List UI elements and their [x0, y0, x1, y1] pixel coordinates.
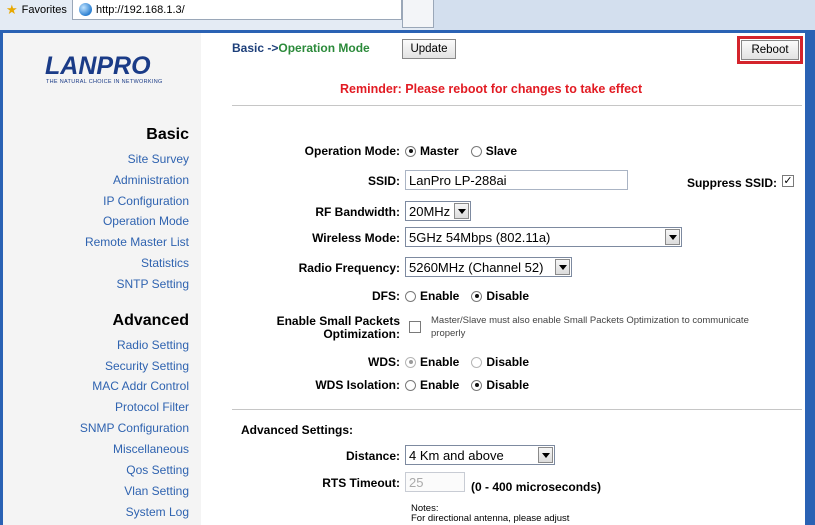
sidebar-item-site-survey[interactable]: Site Survey [128, 152, 189, 166]
sidebar-item-system-log[interactable]: System Log [126, 505, 189, 519]
operation-mode-radio-group: Master Slave [405, 144, 529, 158]
small-packets-label-line2: Optimization: [323, 327, 400, 341]
small-packets-label-line1: Enable Small Packets [276, 314, 400, 328]
wds-label: WDS: [368, 355, 400, 369]
operation-mode-slave-label: Slave [485, 144, 518, 158]
notes-text: For directional antenna, please adjust [411, 513, 570, 524]
wds-disable-radio[interactable] [471, 356, 483, 368]
update-button[interactable]: Update [402, 39, 456, 59]
web-page-icon [79, 3, 92, 16]
chevron-down-icon[interactable] [454, 203, 469, 219]
brand-logo-text: LANPRO [45, 52, 151, 80]
operation-mode-slave-radio[interactable] [470, 145, 482, 157]
sidebar-item-vlan-setting[interactable]: Vlan Setting [124, 484, 189, 498]
dfs-enable-label: Enable [420, 289, 460, 303]
small-packets-checkbox[interactable] [409, 321, 421, 333]
ssid-input[interactable]: LanPro LP-288ai [405, 170, 628, 190]
operation-mode-master-option[interactable]: Master [405, 144, 459, 158]
wds-isolation-enable-label: Enable [420, 378, 460, 392]
tab-url: http://192.168.1.3/ [96, 3, 185, 16]
wds-isolation-disable-option[interactable]: Disable [471, 378, 529, 392]
sidebar-item-ip-configuration[interactable]: IP Configuration [103, 194, 189, 208]
browser-toolbar-space [434, 0, 815, 34]
sidebar-item-mac-addr-control[interactable]: MAC Addr Control [92, 379, 189, 393]
rts-timeout-range: (0 - 400 microseconds) [471, 480, 602, 494]
sidebar-item-miscellaneous[interactable]: Miscellaneous [113, 442, 189, 456]
dfs-label: DFS: [372, 289, 400, 303]
wds-enable-option[interactable]: Enable [405, 355, 459, 369]
dfs-disable-label: Disable [486, 289, 530, 303]
dfs-disable-radio[interactable] [471, 290, 483, 302]
operation-mode-slave-option[interactable]: Slave [470, 144, 518, 158]
dfs-enable-option[interactable]: Enable [405, 289, 459, 303]
window-border [808, 30, 815, 525]
wireless-mode-select[interactable]: 5GHz 54Mbps (802.11a) [405, 227, 682, 247]
suppress-ssid-label: Suppress SSID: [686, 176, 777, 190]
sidebar-item-administration[interactable]: Administration [113, 173, 189, 187]
brand-tagline: THE NATURAL CHOICE IN NETWORKING [46, 79, 163, 85]
wds-isolation-disable-radio[interactable] [471, 379, 483, 391]
sidebar-item-operation-mode[interactable]: Operation Mode [103, 214, 189, 228]
wireless-mode-label: Wireless Mode: [312, 231, 400, 245]
distance-select[interactable]: 4 Km and above [405, 445, 555, 465]
wds-isolation-disable-label: Disable [486, 378, 530, 392]
sidebar-item-statistics[interactable]: Statistics [141, 256, 189, 270]
operation-mode-master-label: Master [420, 144, 459, 158]
sidebar-item-radio-setting[interactable]: Radio Setting [117, 338, 189, 352]
sidebar-item-qos-setting[interactable]: Qos Setting [126, 463, 189, 477]
rts-timeout-label: RTS Timeout: [322, 476, 400, 490]
dfs-radio-group: Enable Disable [405, 289, 541, 303]
sidebar-item-protocol-filter[interactable]: Protocol Filter [115, 400, 189, 414]
new-tab-button[interactable] [402, 0, 434, 28]
brand-logo: LANPRO [45, 52, 151, 81]
favorites-label: Favorites [21, 4, 67, 16]
radio-frequency-value: 5260MHz (Channel 52) [409, 259, 544, 275]
breadcrumb: Basic ->Operation Mode [232, 41, 370, 55]
wireless-mode-value: 5GHz 54Mbps (802.11a) [409, 229, 551, 245]
rts-timeout-input[interactable]: 25 [405, 472, 465, 492]
divider [232, 105, 802, 106]
favorites-menu[interactable]: ★ Favorites [0, 0, 67, 20]
chevron-down-icon[interactable] [538, 447, 553, 463]
breadcrumb-current: Operation Mode [278, 41, 370, 55]
wds-enable-radio[interactable] [405, 356, 416, 368]
wds-enable-label: Enable [420, 355, 460, 369]
wds-disable-label: Disable [486, 355, 530, 369]
dfs-enable-radio[interactable] [405, 290, 416, 302]
breadcrumb-base: Basic -> [232, 41, 279, 55]
favorites-star-icon: ★ [6, 2, 18, 17]
sidebar-item-sntp-setting[interactable]: SNTP Setting [117, 277, 189, 291]
reboot-reminder: Reminder: Please reboot for changes to t… [340, 82, 643, 96]
rf-bandwidth-value: 20MHz [409, 203, 451, 219]
dfs-disable-option[interactable]: Disable [471, 289, 529, 303]
operation-mode-label: Operation Mode: [304, 144, 400, 158]
wds-isolation-enable-option[interactable]: Enable [405, 378, 459, 392]
divider [232, 409, 802, 410]
chevron-down-icon[interactable] [555, 259, 570, 275]
wds-isolation-enable-radio[interactable] [405, 379, 416, 391]
sidebar-item-remote-master-list[interactable]: Remote Master List [85, 235, 189, 249]
ssid-label: SSID: [367, 174, 400, 188]
section-title-advanced: Advanced [112, 312, 189, 329]
suppress-ssid-checkbox[interactable]: ✓ [782, 175, 794, 187]
wds-isolation-label: WDS Isolation: [315, 378, 400, 392]
advanced-settings-title: Advanced Settings: [241, 423, 354, 437]
rf-bandwidth-select[interactable]: 20MHz [405, 201, 471, 221]
rf-bandwidth-label: RF Bandwidth: [315, 205, 400, 219]
small-packets-note: Master/Slave must also enable Small Pack… [431, 315, 749, 339]
reboot-button[interactable]: Reboot [741, 40, 799, 60]
wds-disable-option[interactable]: Disable [471, 355, 529, 369]
distance-value: 4 Km and above [409, 447, 504, 463]
radio-frequency-select[interactable]: 5260MHz (Channel 52) [405, 257, 572, 277]
section-title-basic: Basic [146, 126, 189, 143]
wds-radio-group: Enable Disable [405, 355, 541, 369]
distance-label: Distance: [345, 449, 400, 463]
browser-tab[interactable]: http://192.168.1.3/ [72, 0, 402, 20]
radio-frequency-label: Radio Frequency: [298, 261, 400, 275]
wds-isolation-radio-group: Enable Disable [405, 378, 541, 392]
chevron-down-icon[interactable] [665, 229, 680, 245]
sidebar-item-security-setting[interactable]: Security Setting [105, 359, 189, 373]
operation-mode-master-radio[interactable] [405, 145, 416, 157]
sidebar-item-snmp-configuration[interactable]: SNMP Configuration [80, 421, 189, 435]
